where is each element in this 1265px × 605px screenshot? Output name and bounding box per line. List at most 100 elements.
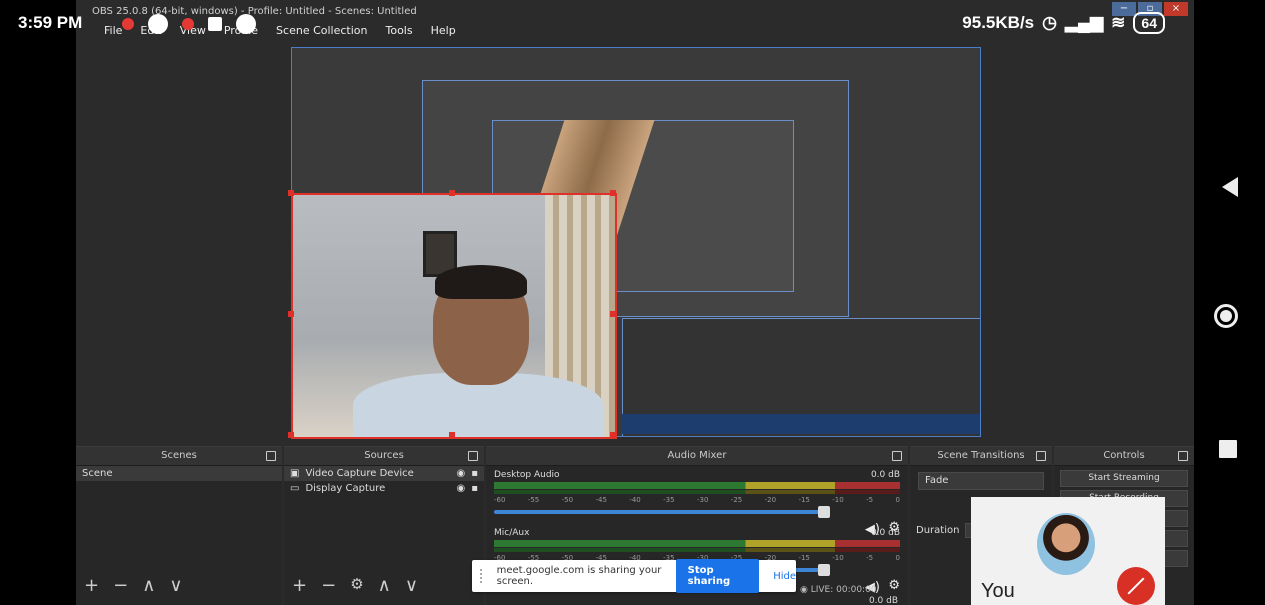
resize-handle-bl[interactable] [288,432,294,438]
call-icon [148,14,168,34]
sources-header: Sources [284,447,484,466]
menu-help[interactable]: Help [431,24,456,37]
mic-off-icon[interactable] [1117,567,1155,605]
move-up-icon[interactable]: ∧ [378,575,391,596]
scenes-panel: Scenes Scene + − ∧ ∨ [76,446,282,605]
channel-db: 0.0 dB [870,470,900,480]
resize-handle-tl[interactable] [288,190,294,196]
undock-icon[interactable] [266,451,276,461]
tick: 0 [895,554,900,562]
stop-sharing-button[interactable]: Stop sharing [675,559,760,593]
tick: -15 [798,554,810,562]
resize-handle-bm[interactable] [449,432,455,438]
move-down-icon[interactable]: ∨ [405,575,418,596]
tick: -50 [561,496,574,504]
tick: -45 [595,496,607,504]
avatar [1037,513,1095,575]
net-speed: 95.5KB/s [962,13,1035,32]
sources-panel: Sources ▣ Video Capture Device ◉ ▪ ▭ Dis… [284,446,484,605]
hide-button[interactable]: Hide [773,571,796,582]
undock-icon[interactable] [1036,451,1046,461]
live-status: ◉ LIVE: 00:00:00 [800,585,877,595]
undock-icon[interactable] [892,451,902,461]
menu-tools[interactable]: Tools [386,24,413,37]
battery-icon: 64 [1133,12,1165,34]
transition-select-value: Fade [925,475,949,486]
volume-meter-peak [494,548,900,552]
undock-icon[interactable] [468,451,478,461]
back-icon[interactable] [1222,177,1238,197]
lock-icon[interactable]: ▪ [471,468,478,479]
visibility-eye-icon[interactable]: ◉ [456,483,465,494]
recent-apps-icon[interactable] [1219,440,1237,458]
resize-handle-tm[interactable] [449,190,455,196]
channel-name: Mic/Aux [494,528,530,538]
channel-db: 0.0 dB [870,528,900,538]
meet-self-tile[interactable]: You [971,497,1165,605]
drag-handle-icon[interactable] [480,569,489,583]
wifi-icon: ≋ [1111,13,1126,32]
live-icon: ◉ [800,585,811,595]
tick: 0 [895,496,900,504]
share-message: meet.google.com is sharing your screen. [496,565,662,587]
source-settings-gear-icon[interactable]: ⚙ [350,575,363,596]
move-up-icon[interactable]: ∧ [142,575,155,596]
self-label: You [981,580,1015,602]
tick: -55 [527,496,540,504]
channel-name: Desktop Audio [494,470,560,480]
download-icon [208,17,222,31]
menu-scene-collection[interactable]: Scene Collection [276,24,367,37]
resize-handle-ml[interactable] [288,311,294,317]
signal-icon: ▂▄▆ [1064,13,1104,32]
tick: -60 [494,496,506,504]
person-hair [435,265,527,299]
video-capture-source[interactable] [291,193,617,439]
transition-select[interactable]: Fade [918,472,1044,490]
duration-label: Duration [916,525,960,536]
add-scene-icon[interactable]: + [84,575,99,596]
scenes-header: Scenes [76,447,282,466]
source-item[interactable]: ▣ Video Capture Device ◉ ▪ [284,466,484,481]
missed-call-icon-2 [182,18,194,30]
undock-icon[interactable] [1178,451,1188,461]
volume-meter [494,482,900,489]
remove-source-icon[interactable]: − [321,575,336,596]
visibility-eye-icon[interactable]: ◉ [456,468,465,479]
scene-item-label: Scene [82,468,113,479]
remove-scene-icon[interactable]: − [113,575,128,596]
menu-file[interactable]: File [104,24,122,37]
controls-title: Controls [1103,450,1145,461]
android-nav-bar [1194,0,1265,605]
mixer-footer-db: 0.0 dB [868,596,898,605]
chat-icon [236,14,256,34]
scene-item[interactable]: Scene [76,466,282,481]
lock-icon[interactable]: ▪ [471,483,478,494]
tick: -40 [629,496,641,504]
resize-handle-mr[interactable] [610,311,616,317]
mixer-channel-desktop: Desktop Audio 0.0 dB -60 -55 -50 -45 -40 -35-… [486,466,908,537]
volume-meter [494,540,900,547]
add-source-icon[interactable]: + [292,575,307,596]
resize-handle-br[interactable] [610,432,616,438]
source-item-label: Video Capture Device [305,468,414,479]
start-streaming-button[interactable]: Start Streaming [1060,470,1188,487]
tick: -35 [663,496,675,504]
tick: -30 [696,496,709,504]
source-item[interactable]: ▭ Display Capture ◉ ▪ [284,481,484,496]
alarm-icon: ◷ [1042,13,1057,32]
home-icon[interactable] [1214,304,1238,328]
screen-share-bar: meet.google.com is sharing your screen. … [472,559,796,593]
tick: -10 [832,554,844,562]
mixer-gear-icon[interactable]: ⚙ [888,578,900,593]
tick: -5 [866,496,874,504]
status-right: 95.5KB/s ◷ ▂▄▆ ≋ 64 [962,12,1165,34]
resize-handle-tr[interactable] [610,190,616,196]
tick: -20 [764,496,777,504]
mixer-title: Audio Mixer [667,450,727,461]
close-icon[interactable]: × [1164,2,1188,16]
scenes-toolbar: + − ∧ ∨ [76,575,290,596]
scenes-title: Scenes [161,450,197,461]
move-down-icon[interactable]: ∨ [169,575,182,596]
volume-slider-knob[interactable] [818,564,830,576]
monitor-icon: ▭ [290,483,300,494]
